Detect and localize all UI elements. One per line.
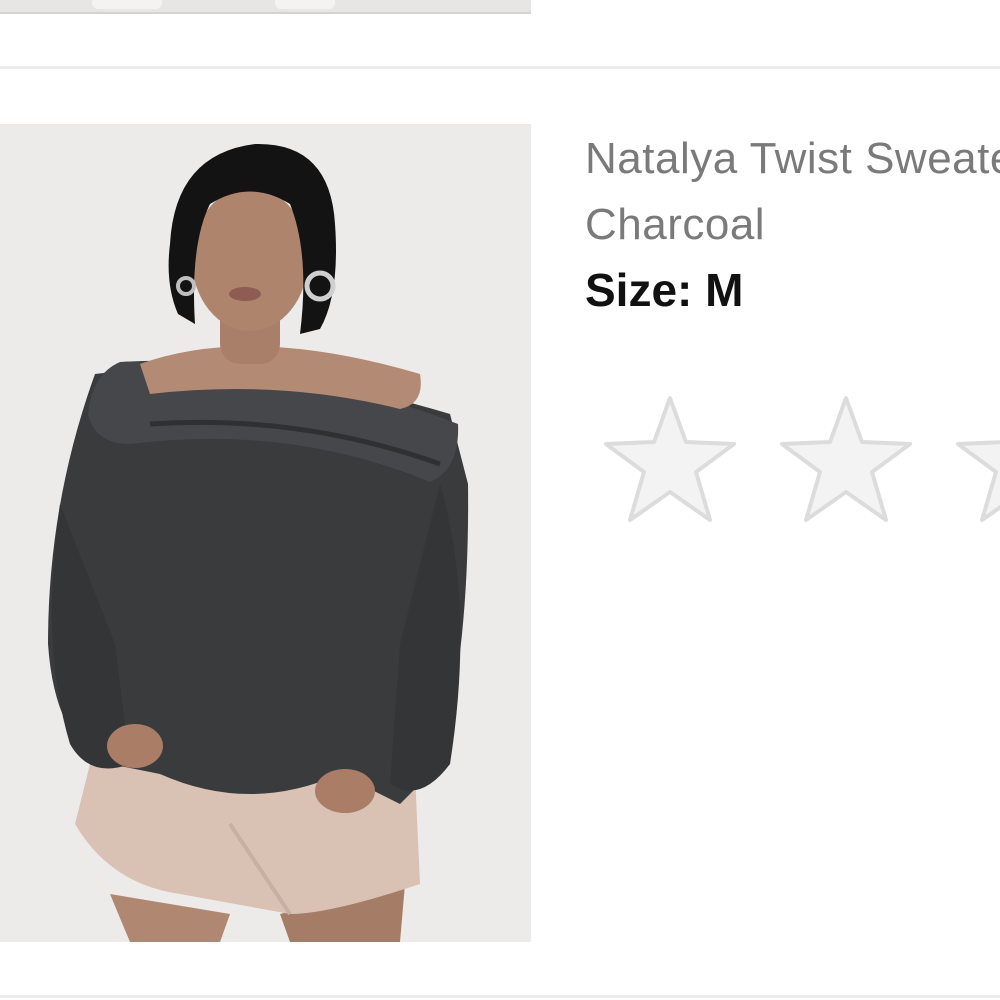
product-size: Size: M: [585, 260, 1000, 320]
previous-item-image-detail: [275, 0, 335, 9]
product-photo-illustration: [0, 124, 531, 942]
star-icon[interactable]: [776, 392, 916, 528]
size-label: Size:: [585, 264, 693, 316]
previous-item-image-detail: [92, 0, 162, 9]
product-title[interactable]: Natalya Twist Sweater: [585, 128, 1000, 190]
star-icon[interactable]: [952, 392, 1000, 528]
size-value: M: [705, 264, 744, 316]
previous-item-image[interactable]: [0, 0, 531, 14]
item-divider: [0, 66, 1000, 69]
product-color: Charcoal: [585, 200, 766, 249]
star-icon[interactable]: [600, 392, 740, 528]
product-info: Natalya Twist Sweater Charcoal Size: M: [585, 128, 1000, 320]
star-rating: [600, 392, 1000, 532]
item-divider-bottom: [0, 995, 1000, 998]
product-image[interactable]: [0, 124, 531, 942]
cart-item-card: Natalya Twist Sweater Charcoal Size: M: [0, 70, 1000, 996]
